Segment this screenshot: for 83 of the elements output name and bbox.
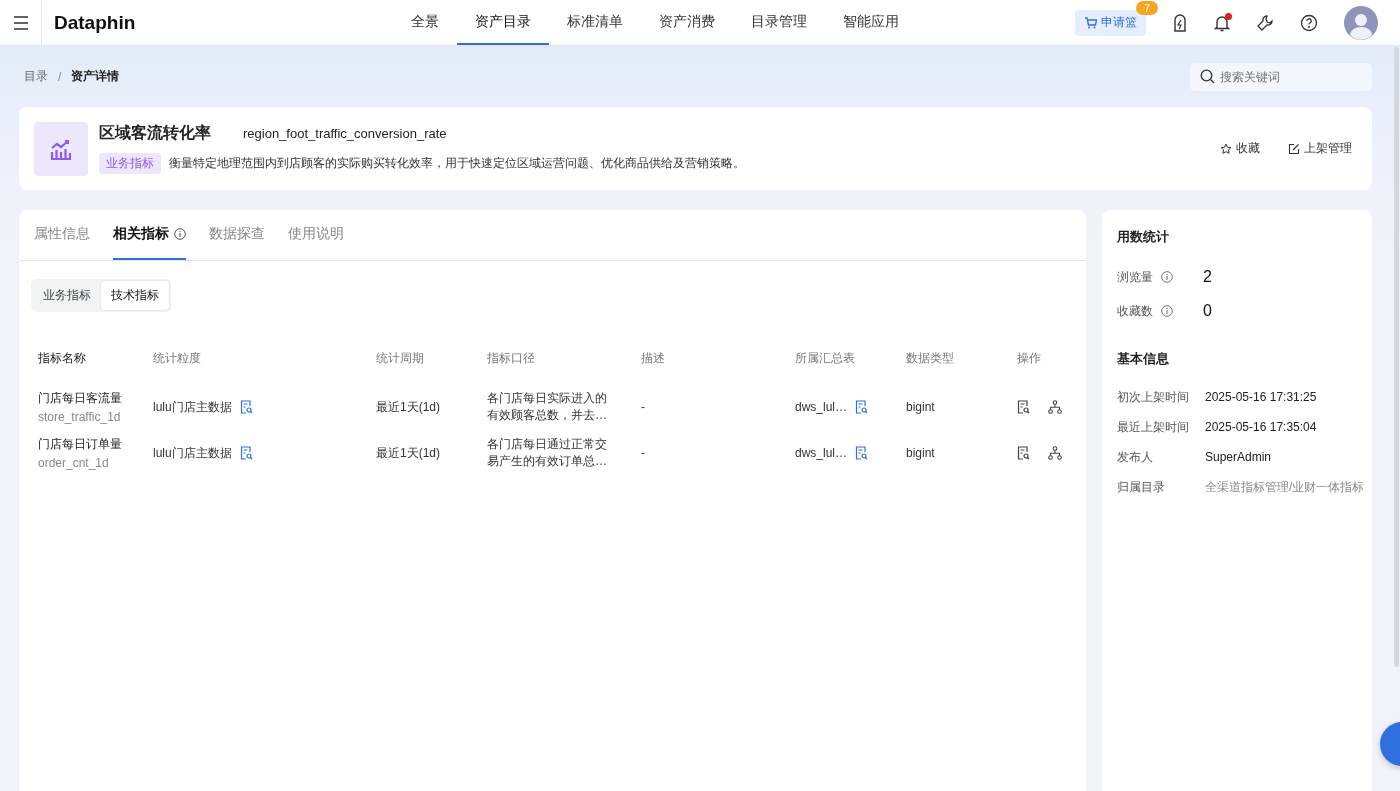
wrench-icon[interactable] xyxy=(1256,13,1274,32)
column-header: 指标口径 xyxy=(487,349,536,367)
stat-value: 0 xyxy=(1203,302,1212,320)
column-header: 统计粒度 xyxy=(153,349,202,367)
column-header: 数据类型 xyxy=(906,349,955,367)
asset-title: 区域客流转化率 xyxy=(99,123,211,143)
breadcrumb-separator: / xyxy=(58,69,62,84)
stat-label: 收藏数 xyxy=(1117,302,1154,320)
table-cell-text: 各门店每日实际进入的有效顾客总数，并去… xyxy=(487,390,608,424)
info-icon[interactable] xyxy=(1161,305,1173,317)
document-search-icon[interactable] xyxy=(855,400,869,414)
info-icon[interactable] xyxy=(1161,271,1173,283)
column-header: 所属汇总表 xyxy=(795,349,856,367)
document-search-icon[interactable] xyxy=(855,446,869,460)
table-cell-text: bigint xyxy=(906,446,936,460)
action-button[interactable]: 上架管理 xyxy=(1288,140,1352,157)
segment-tab[interactable]: 业务指标 xyxy=(33,281,101,310)
table-cell: dws_lul… xyxy=(795,446,848,460)
table-cell-text: - xyxy=(641,446,646,460)
section-title: 用数统计 xyxy=(1117,228,1170,246)
section-title: 基本信息 xyxy=(1117,350,1170,368)
table-cell-text: 最近1天(1d) xyxy=(376,398,441,416)
breadcrumb-link[interactable]: 资产详情 xyxy=(71,68,120,85)
metric-name[interactable]: 门店每日订单量 xyxy=(38,436,153,453)
count-badge: 7 xyxy=(1135,0,1158,15)
info-label: 归属目录 xyxy=(1117,478,1166,496)
info-value: 2025-05-16 17:35:04 xyxy=(1205,420,1317,434)
action-button[interactable]: 收藏 xyxy=(1220,140,1260,157)
info-label: 发布人 xyxy=(1117,448,1154,466)
search-field[interactable]: 搜索关键词 xyxy=(1190,62,1372,91)
table-cell-text: 最近1天(1d) xyxy=(376,444,441,462)
column-header: 指标名称 xyxy=(38,349,87,367)
tab[interactable]: 数据探查 xyxy=(209,210,288,260)
info-value: SuperAdmin xyxy=(1205,450,1272,464)
metric-code: order_cnt_1d xyxy=(38,456,110,470)
breadcrumb-link[interactable]: 目录 xyxy=(24,68,48,85)
chart-icon xyxy=(34,121,88,176)
table-cell-text: - xyxy=(641,400,646,414)
info-value: 2025-05-16 17:31:25 xyxy=(1205,390,1317,404)
info-label: 最近上架时间 xyxy=(1117,418,1190,436)
tab[interactable]: 使用说明 xyxy=(288,210,367,260)
column-header: 统计周期 xyxy=(376,349,425,367)
tab[interactable]: 属性信息 xyxy=(34,210,113,260)
battery-bolt-icon[interactable] xyxy=(1172,13,1188,32)
document-search-icon[interactable] xyxy=(239,446,253,460)
nav-tab[interactable]: 标准清单 xyxy=(549,0,641,45)
info-value: 全渠道指标管理/业财一体指标 xyxy=(1205,478,1365,496)
column-header: 操作 xyxy=(1017,349,1042,367)
help-icon[interactable] xyxy=(1300,13,1318,32)
stat-value: 2 xyxy=(1203,268,1212,286)
table-cell: lulu门店主数据 xyxy=(153,398,232,416)
scrollbar[interactable] xyxy=(1394,47,1399,667)
avatar-icon[interactable] xyxy=(1344,5,1378,40)
lineage-icon[interactable] xyxy=(1048,446,1062,460)
category-tag: 业务指标 xyxy=(99,153,161,174)
app-logo[interactable]: Dataphin xyxy=(54,11,344,34)
document-search-icon[interactable] xyxy=(239,400,253,414)
star-icon xyxy=(1220,142,1232,155)
lineage-icon[interactable] xyxy=(1048,400,1062,414)
bell-icon[interactable] xyxy=(1214,13,1230,32)
table-cell: dws_lul… xyxy=(795,400,848,414)
edit-icon xyxy=(1288,142,1300,155)
metric-code: store_traffic_1d xyxy=(38,410,122,424)
column-header: 描述 xyxy=(641,349,666,367)
search-icon xyxy=(1200,69,1215,84)
cart-icon xyxy=(1084,16,1097,29)
document-search-icon[interactable] xyxy=(1017,446,1030,460)
tab[interactable]: 相关指标 xyxy=(113,210,186,260)
nav-tab[interactable]: 目录管理 xyxy=(733,0,825,45)
asset-code: region_foot_traffic_conversion_rate xyxy=(243,126,447,141)
metric-name[interactable]: 门店每日客流量 xyxy=(38,390,153,407)
document-search-icon[interactable] xyxy=(1017,400,1030,414)
table-cell-text: 各门店每日通过正常交易产生的有效订单总… xyxy=(487,436,608,470)
asset-description: 衡量特定地理范围内到店顾客的实际购买转化效率，用于快速定位区域运营问题、优化商品供给及营销策略。 xyxy=(169,155,745,172)
segment-tab[interactable]: 技术指标 xyxy=(101,281,169,310)
table-cell: lulu门店主数据 xyxy=(153,444,232,462)
nav-tab[interactable]: 智能应用 xyxy=(825,0,917,45)
stat-label: 浏览量 xyxy=(1117,268,1154,286)
nav-tab[interactable]: 资产消费 xyxy=(641,0,733,45)
info-label: 初次上架时间 xyxy=(1117,388,1190,406)
table-cell-text: bigint xyxy=(906,400,936,414)
nav-tab[interactable]: 全景 xyxy=(393,0,457,45)
cart-button[interactable]: 申请篮 xyxy=(1075,9,1146,36)
